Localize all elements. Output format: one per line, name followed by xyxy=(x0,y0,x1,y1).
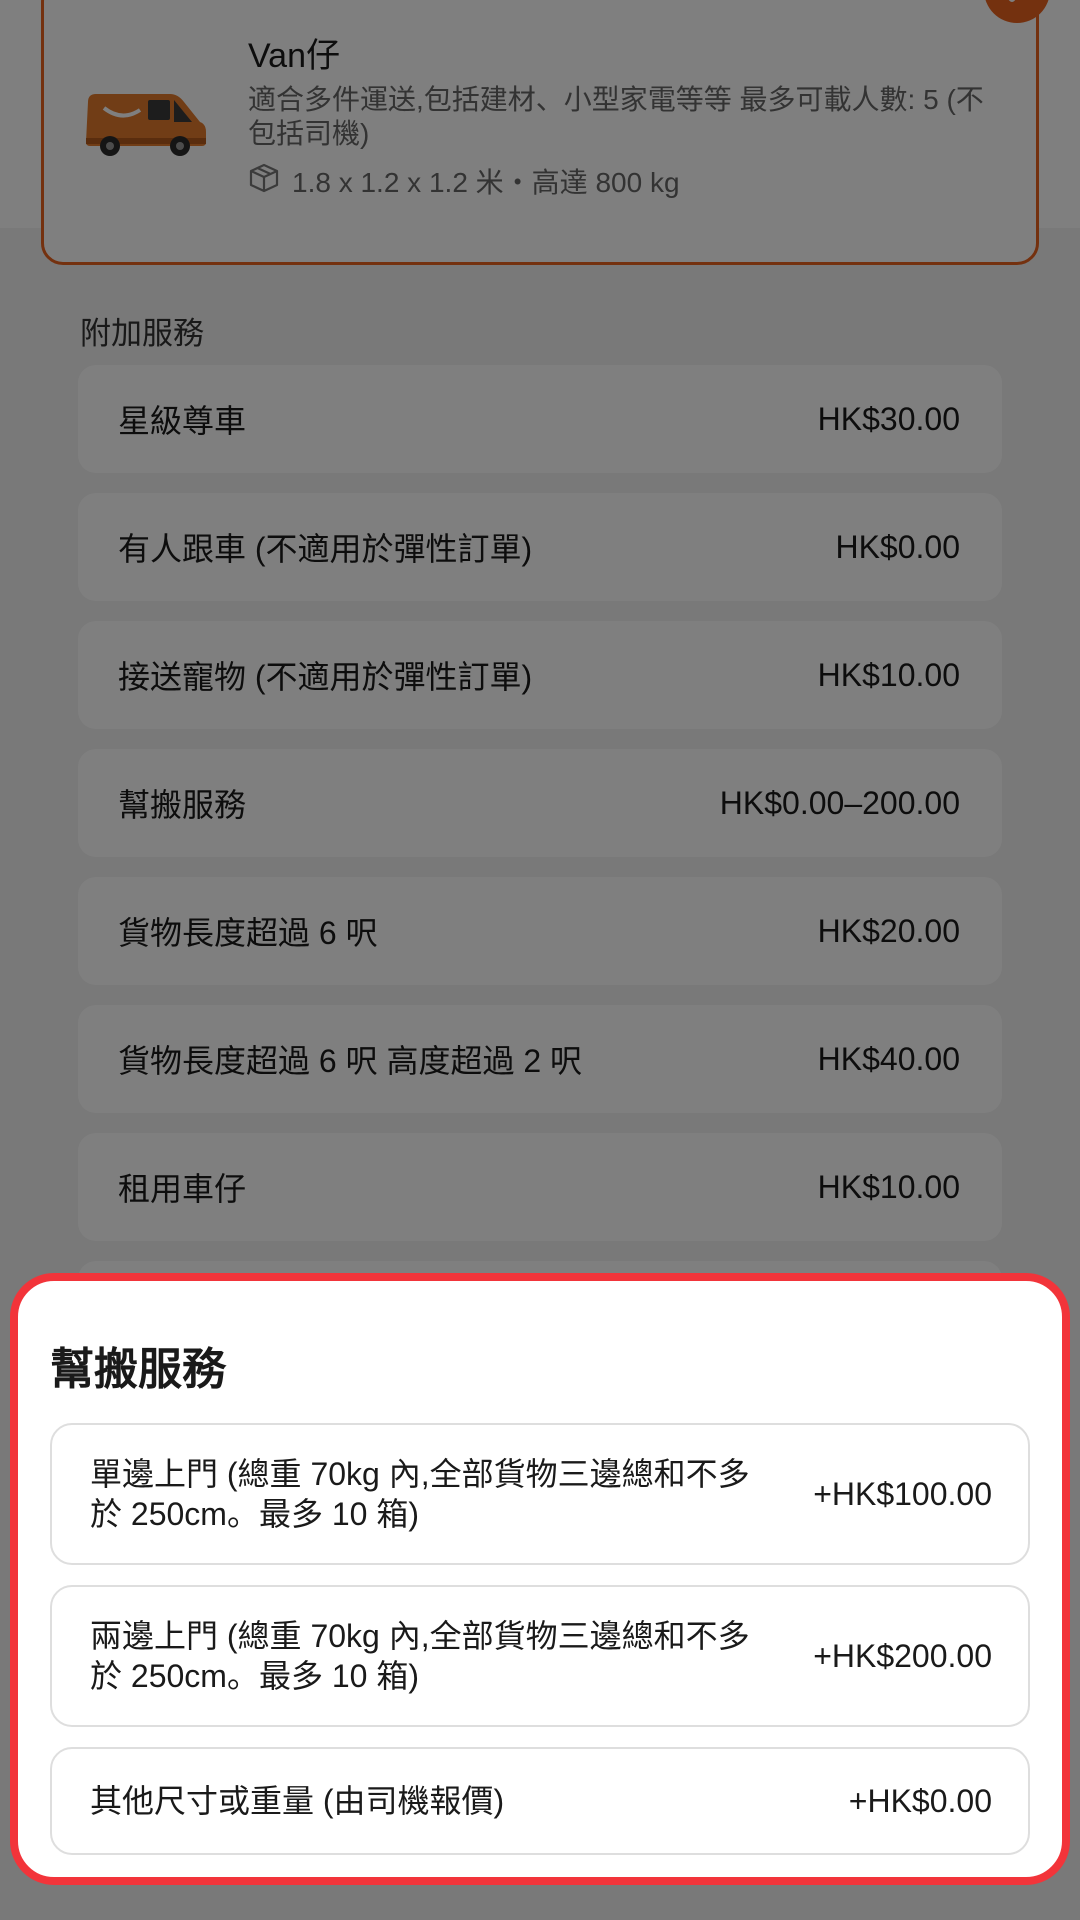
option-price: +HK$100.00 xyxy=(813,1475,992,1512)
option-other-size[interactable]: 其他尺寸或重量 (由司機報價) +HK$0.00 xyxy=(50,1747,1030,1855)
option-label: 兩邊上門 (總重 70kg 內,全部貨物三邊總和不多於 250cm。最多 10 … xyxy=(90,1618,750,1694)
option-label: 單邊上門 (總重 70kg 內,全部貨物三邊總和不多於 250cm。最多 10 … xyxy=(90,1456,750,1532)
option-price: +HK$200.00 xyxy=(813,1637,992,1674)
option-both-sides[interactable]: 兩邊上門 (總重 70kg 內,全部貨物三邊總和不多於 250cm。最多 10 … xyxy=(50,1585,1030,1727)
option-price: +HK$0.00 xyxy=(848,1782,992,1819)
moving-service-sheet: 幫搬服務 單邊上門 (總重 70kg 內,全部貨物三邊總和不多於 250cm。最… xyxy=(10,1273,1070,1885)
sheet-title: 幫搬服務 xyxy=(50,1345,226,1394)
option-label: 其他尺寸或重量 (由司機報價) xyxy=(90,1783,505,1819)
option-one-side[interactable]: 單邊上門 (總重 70kg 內,全部貨物三邊總和不多於 250cm。最多 10 … xyxy=(50,1423,1030,1565)
